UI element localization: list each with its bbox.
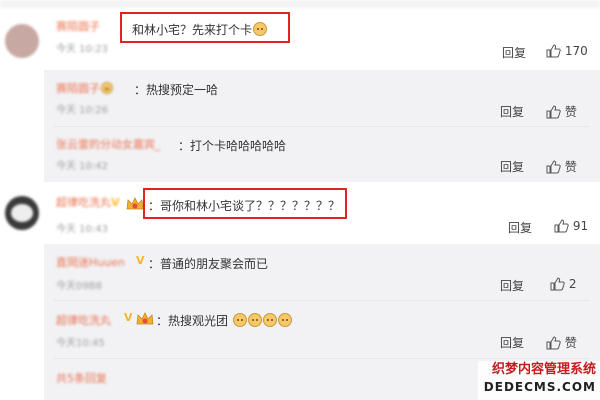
like-count: 91: [572, 219, 589, 233]
cat-emoji-icon: [247, 313, 262, 327]
comment-text: ：热搜预定一哈: [134, 83, 219, 97]
thumbs-up-icon: [546, 336, 561, 350]
watermark-line-1: 织梦内容管理系统: [491, 362, 596, 377]
reply-button[interactable]: 回复: [500, 103, 524, 120]
cat-emoji-icon: [277, 313, 292, 327]
cat-emoji-icon: [262, 313, 277, 327]
highlight-box: [143, 188, 347, 219]
divider: [54, 358, 590, 359]
reply-button[interactable]: 回复: [500, 158, 524, 175]
thumbs-up-icon: [546, 44, 561, 58]
username[interactable]: 直岡迷Huuen: [56, 254, 125, 270]
cat-emoji-icon: [232, 313, 247, 327]
top-strip: [0, 0, 600, 8]
like-count: 170: [564, 44, 588, 58]
timestamp: 今天 10:23: [56, 44, 108, 55]
vip-badge-icon: V: [124, 311, 133, 324]
like-button[interactable]: 赞: [546, 103, 577, 120]
username[interactable]: 赛陌圆子: [56, 80, 113, 96]
like-label: 赞: [564, 160, 577, 174]
more-replies-link[interactable]: 共5条回复: [56, 370, 107, 386]
watermark: 织梦内容管理系统 DEDECMS.COM: [478, 361, 600, 400]
vip-badge-icon: V: [136, 254, 145, 267]
like-button[interactable]: 赞: [546, 158, 577, 175]
like-button[interactable]: 91: [554, 219, 588, 233]
like-label: 赞: [564, 336, 577, 350]
thumbs-up-icon: [554, 219, 569, 233]
comment-text: ：热搜观光团: [156, 312, 292, 329]
like-button[interactable]: 170: [546, 44, 588, 58]
timestamp: 今天 10:43: [56, 224, 108, 235]
vip-crown-icon: [126, 197, 144, 211]
reply-button[interactable]: 回复: [508, 219, 532, 236]
comment-text: ：打个卡哈哈哈哈哈: [178, 139, 287, 153]
username[interactable]: 超律吃洗丸: [56, 312, 111, 328]
highlight-box: [120, 12, 290, 43]
like-label: 赞: [564, 105, 577, 119]
reply-button[interactable]: 回复: [500, 334, 524, 351]
like-button[interactable]: 赞: [546, 334, 577, 351]
avatar[interactable]: [5, 24, 39, 58]
username[interactable]: 张云雷的分动女嘉宾_: [56, 136, 161, 152]
watermark-line-2: DEDECMS.COM: [483, 380, 596, 394]
timestamp: 今天09B8: [56, 281, 102, 292]
divider: [54, 126, 590, 127]
thumbs-up-icon: [546, 160, 561, 174]
timestamp: 今天 10:42: [56, 161, 108, 172]
username[interactable]: 超律吃洗丸V: [56, 194, 120, 210]
avatar[interactable]: [5, 196, 39, 230]
comment-text: ：普通的朋友聚会而已: [148, 257, 269, 271]
reply-button[interactable]: 回复: [502, 44, 526, 61]
thumbs-up-icon: [546, 105, 561, 119]
vip-crown-icon: [136, 312, 154, 326]
timestamp: 今天 10:26: [56, 105, 108, 116]
like-count: 2: [568, 277, 577, 291]
like-button[interactable]: 2: [550, 277, 576, 291]
reply-button[interactable]: 回复: [500, 277, 524, 294]
divider: [54, 300, 590, 301]
username[interactable]: 赛陌圆子: [56, 18, 100, 34]
thumbs-up-icon: [550, 277, 565, 291]
timestamp: 今天10:45: [56, 338, 105, 349]
